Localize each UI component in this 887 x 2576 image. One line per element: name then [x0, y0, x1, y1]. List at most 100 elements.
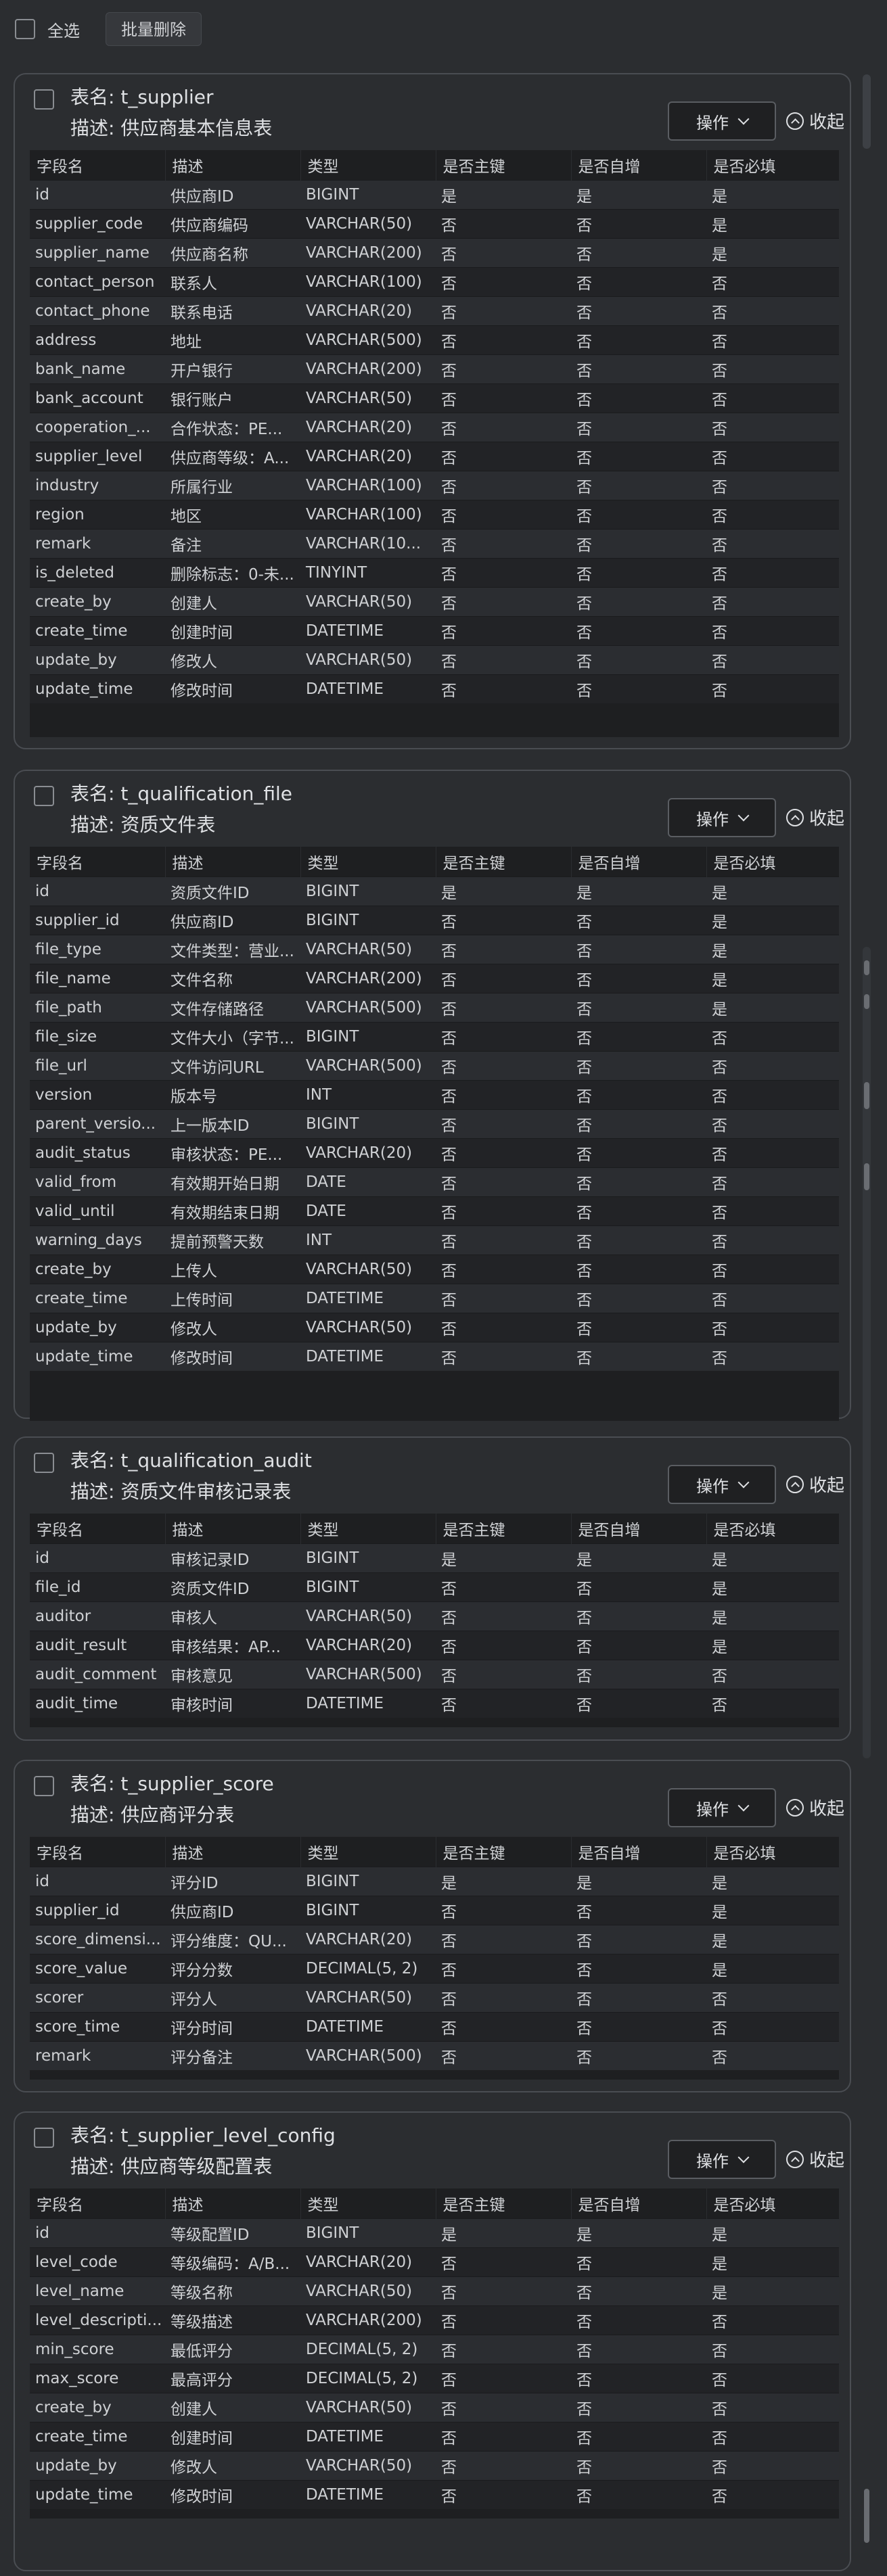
operation-dropdown-button[interactable]: 操作: [668, 101, 776, 141]
table-cell: 文件访问URL: [165, 1051, 300, 1081]
table-row[interactable]: id 等级配置ID BIGINT 是是是: [30, 2218, 839, 2248]
table-row[interactable]: bank_account 银行账户 VARCHAR(50) 否否否: [30, 383, 839, 413]
table-row[interactable]: contact_phone 联系电话 VARCHAR(20) 否否否: [30, 296, 839, 326]
select-all-label[interactable]: 全选: [47, 18, 80, 41]
table-row[interactable]: level_name 等级名称 VARCHAR(50) 否否是: [30, 2276, 839, 2306]
scrollbar[interactable]: [860, 68, 872, 2570]
field-table: 字段名 描述 类型 是否主键 是否自增 是否必填 id 供应商ID BIGINT 是是是 suppl…: [30, 150, 839, 737]
table-select-checkbox[interactable]: [34, 2128, 54, 2148]
table-select-checkbox[interactable]: [34, 1453, 54, 1473]
table-row[interactable]: id 评分ID BIGINT 是是是: [30, 1867, 839, 1896]
table-cell: VARCHAR(500): [300, 1660, 436, 1689]
table-cell: 否: [436, 935, 571, 964]
column-header: 是否必填: [706, 150, 839, 181]
collapse-button[interactable]: 收起: [786, 108, 844, 133]
table-header-row: 字段名 描述 类型 是否主键 是否自增 是否必填: [30, 150, 839, 181]
table-row[interactable]: min_score 最低评分 DECIMAL(5, 2) 否否否: [30, 2335, 839, 2364]
table-row[interactable]: update_time 修改时间 DATETIME 否否否: [30, 674, 839, 703]
table-row[interactable]: id 供应商ID BIGINT 是是是: [30, 180, 839, 210]
table-row[interactable]: score_dimensi... 评分维度：QU... VARCHAR(20) 否否是: [30, 1925, 839, 1954]
collapse-label: 收起: [809, 112, 845, 133]
table-row[interactable]: auditor 审核人 VARCHAR(50) 否否是: [30, 1601, 839, 1631]
table-row[interactable]: update_time 修改时间 DATETIME 否否否: [30, 1342, 839, 1371]
table-cell: parent_versio...: [30, 1109, 165, 1139]
table-row[interactable]: remark 评分备注 VARCHAR(500) 否否否: [30, 2041, 839, 2070]
table-row[interactable]: update_time 修改时间 DATETIME 否否否: [30, 2480, 839, 2509]
select-all-checkbox[interactable]: [15, 19, 35, 39]
collapse-button[interactable]: 收起: [786, 1795, 844, 1820]
table-row[interactable]: create_time 上传时间 DATETIME 否否否: [30, 1284, 839, 1313]
table-cell: 是: [706, 2247, 839, 2277]
table-row[interactable]: version 版本号 INT 否否否: [30, 1080, 839, 1110]
table-row[interactable]: create_by 创建人 VARCHAR(50) 否否否: [30, 2393, 839, 2422]
collapse-button[interactable]: 收起: [786, 1472, 844, 1497]
table-row[interactable]: create_by 上传人 VARCHAR(50) 否否否: [30, 1255, 839, 1284]
table-row[interactable]: valid_from 有效期开始日期 DATE 否否否: [30, 1167, 839, 1197]
table-row[interactable]: score_time 评分时间 DATETIME 否否否: [30, 2012, 839, 2042]
table-row[interactable]: parent_versio... 上一版本ID BIGINT 否否否: [30, 1109, 839, 1139]
scrollbar-thumb[interactable]: [863, 74, 871, 149]
table-row[interactable]: warning_days 提前预警天数 INT 否否否: [30, 1225, 839, 1255]
table-row[interactable]: file_path 文件存储路径 VARCHAR(500) 否否是: [30, 993, 839, 1023]
table-row[interactable]: file_type 文件类型：营业... VARCHAR(50) 否否是: [30, 935, 839, 964]
table-row[interactable]: is_deleted 删除标志：0-未... TINYINT 否否否: [30, 558, 839, 588]
table-cell: VARCHAR(20): [300, 1138, 436, 1168]
operation-dropdown-button[interactable]: 操作: [668, 798, 776, 837]
table-row[interactable]: file_size 文件大小（字节... BIGINT 否否否: [30, 1022, 839, 1052]
table-row[interactable]: region 地区 VARCHAR(100) 否否否: [30, 500, 839, 530]
table-row[interactable]: supplier_id 供应商ID BIGINT 否否是: [30, 906, 839, 935]
table-row[interactable]: level_code 等级编码：A/B... VARCHAR(20) 否否是: [30, 2247, 839, 2277]
field-table: 字段名 描述 类型 是否主键 是否自增 是否必填 id 等级配置ID BIGINT 是是是 leve…: [30, 2188, 839, 2519]
collapse-button[interactable]: 收起: [786, 2147, 844, 2172]
operation-dropdown-button[interactable]: 操作: [668, 2140, 776, 2179]
collapse-up-icon: [786, 1798, 804, 1817]
operation-dropdown-button[interactable]: 操作: [668, 1788, 776, 1827]
table-cell: 否: [571, 1689, 706, 1718]
table-row[interactable]: create_by 创建人 VARCHAR(50) 否否否: [30, 587, 839, 617]
table-row[interactable]: supplier_code 供应商编码 VARCHAR(50) 否否是: [30, 209, 839, 239]
table-row[interactable]: update_by 修改人 VARCHAR(50) 否否否: [30, 1313, 839, 1342]
table-select-checkbox[interactable]: [34, 786, 54, 806]
table-row[interactable]: remark 备注 VARCHAR(10... 否否否: [30, 529, 839, 559]
table-cell: 否: [436, 1284, 571, 1313]
table-row[interactable]: create_time 创建时间 DATETIME 否否否: [30, 616, 839, 646]
table-row[interactable]: file_url 文件访问URL VARCHAR(500) 否否否: [30, 1051, 839, 1081]
table-row[interactable]: supplier_name 供应商名称 VARCHAR(200) 否否是: [30, 238, 839, 268]
table-row[interactable]: address 地址 VARCHAR(500) 否否否: [30, 325, 839, 355]
table-name: 表名: t_supplier: [70, 86, 214, 108]
table-cell: DECIMAL(5, 2): [300, 2364, 436, 2393]
table-row[interactable]: bank_name 开户银行 VARCHAR(200) 否否否: [30, 354, 839, 384]
table-row[interactable]: supplier_level 供应商等级：A... VARCHAR(20) 否否否: [30, 442, 839, 471]
table-row[interactable]: create_time 创建时间 DATETIME 否否否: [30, 2422, 839, 2452]
table-row[interactable]: valid_until 有效期结束日期 DATE 否否否: [30, 1196, 839, 1226]
table-row[interactable]: level_descripti... 等级描述 VARCHAR(200) 否否否: [30, 2305, 839, 2335]
table-row[interactable]: score_value 评分分数 DECIMAL(5, 2) 否否是: [30, 1954, 839, 1984]
table-row[interactable]: audit_status 审核状态：PE... VARCHAR(20) 否否否: [30, 1138, 839, 1168]
table-cell: 是: [706, 993, 839, 1023]
table-select-checkbox[interactable]: [34, 1776, 54, 1796]
table-row[interactable]: id 审核记录ID BIGINT 是是是: [30, 1543, 839, 1573]
table-cell: 否: [706, 325, 839, 355]
column-header: 描述: [164, 847, 300, 877]
table-cell: update_by: [30, 2451, 165, 2481]
table-row[interactable]: file_id 资质文件ID BIGINT 否否是: [30, 1572, 839, 1602]
table-select-checkbox[interactable]: [34, 89, 54, 110]
table-row[interactable]: update_by 修改人 VARCHAR(50) 否否否: [30, 2451, 839, 2481]
collapse-button[interactable]: 收起: [786, 805, 844, 830]
table-row[interactable]: audit_comment 审核意见 VARCHAR(500) 否否否: [30, 1660, 839, 1689]
table-row[interactable]: contact_person 联系人 VARCHAR(100) 否否否: [30, 267, 839, 297]
table-row[interactable]: supplier_id 供应商ID BIGINT 否否是: [30, 1896, 839, 1925]
table-row[interactable]: file_name 文件名称 VARCHAR(200) 否否是: [30, 964, 839, 993]
operation-dropdown-button[interactable]: 操作: [668, 1465, 776, 1504]
table-row[interactable]: scorer 评分人 VARCHAR(50) 否否否: [30, 1983, 839, 2013]
table-row[interactable]: max_score 最高评分 DECIMAL(5, 2) 否否否: [30, 2364, 839, 2393]
batch-delete-button[interactable]: 批量删除: [106, 12, 202, 46]
table-row[interactable]: audit_result 审核结果：AP... VARCHAR(20) 否否是: [30, 1631, 839, 1660]
table-row[interactable]: industry 所属行业 VARCHAR(100) 否否否: [30, 471, 839, 500]
table-row[interactable]: audit_time 审核时间 DATETIME 否否否: [30, 1689, 839, 1718]
table-row[interactable]: cooperation_... 合作状态：PE... VARCHAR(20) 否否否: [30, 413, 839, 442]
table-cell: 否: [436, 1601, 571, 1631]
table-row[interactable]: update_by 修改人 VARCHAR(50) 否否否: [30, 645, 839, 675]
table-row[interactable]: id 资质文件ID BIGINT 是是是: [30, 876, 839, 906]
table-cell: 否: [571, 1313, 706, 1342]
